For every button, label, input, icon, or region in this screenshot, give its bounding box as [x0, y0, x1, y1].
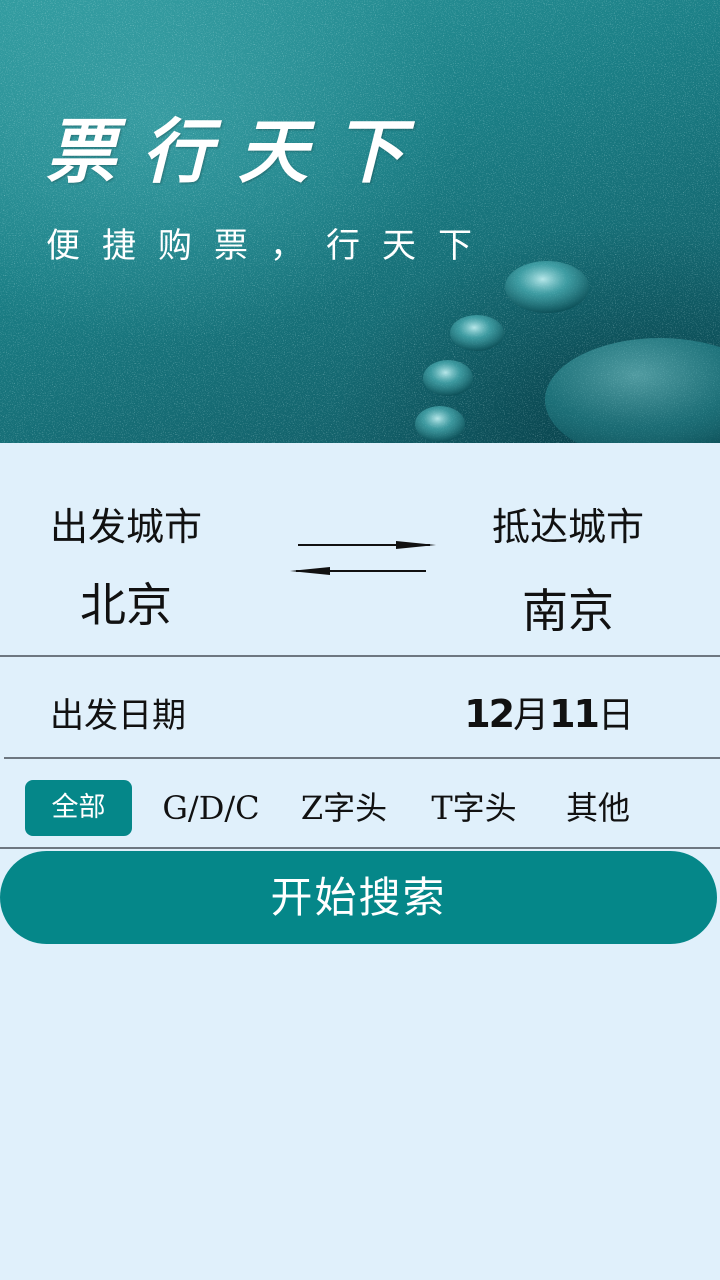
arrival-city-label: 抵达城市	[491, 505, 644, 549]
date-month: 12	[464, 692, 515, 736]
tab-other[interactable]: 其他	[552, 780, 644, 836]
tab-t[interactable]: T字头	[420, 780, 528, 836]
date-day: 11	[549, 692, 600, 736]
arrival-city-selector[interactable]: 抵达城市 南京	[476, 496, 660, 641]
search-button[interactable]: 开始搜索	[0, 851, 717, 944]
divider	[4, 757, 720, 759]
departure-date-value[interactable]: 12月11日	[464, 686, 634, 738]
departure-date-label: 出发日期	[50, 696, 186, 736]
departure-city-value[interactable]: 北京	[34, 569, 218, 635]
tab-gdc[interactable]: G/D/C	[152, 780, 270, 836]
train-type-tabs: 全部 G/D/C Z字头 T字头 其他	[0, 780, 720, 838]
departure-city-label: 出发城市	[49, 505, 202, 549]
banner-title: 票行天下	[46, 110, 430, 193]
divider	[0, 655, 720, 657]
date-month-unit: 月	[513, 695, 550, 736]
arrival-city-value[interactable]: 南京	[476, 575, 660, 641]
departure-city-selector[interactable]: 出发城市 北京	[34, 496, 218, 635]
banner-subtitle: 便捷购票，行天下	[46, 226, 494, 266]
banner-image: 票行天下 便捷购票，行天下	[0, 0, 720, 443]
date-day-unit: 日	[597, 695, 634, 736]
tab-z[interactable]: Z字头	[290, 780, 398, 836]
tab-all[interactable]: 全部	[25, 780, 132, 836]
divider	[0, 847, 720, 849]
swap-arrows-icon	[290, 541, 436, 575]
swap-cities-button[interactable]	[284, 530, 444, 582]
